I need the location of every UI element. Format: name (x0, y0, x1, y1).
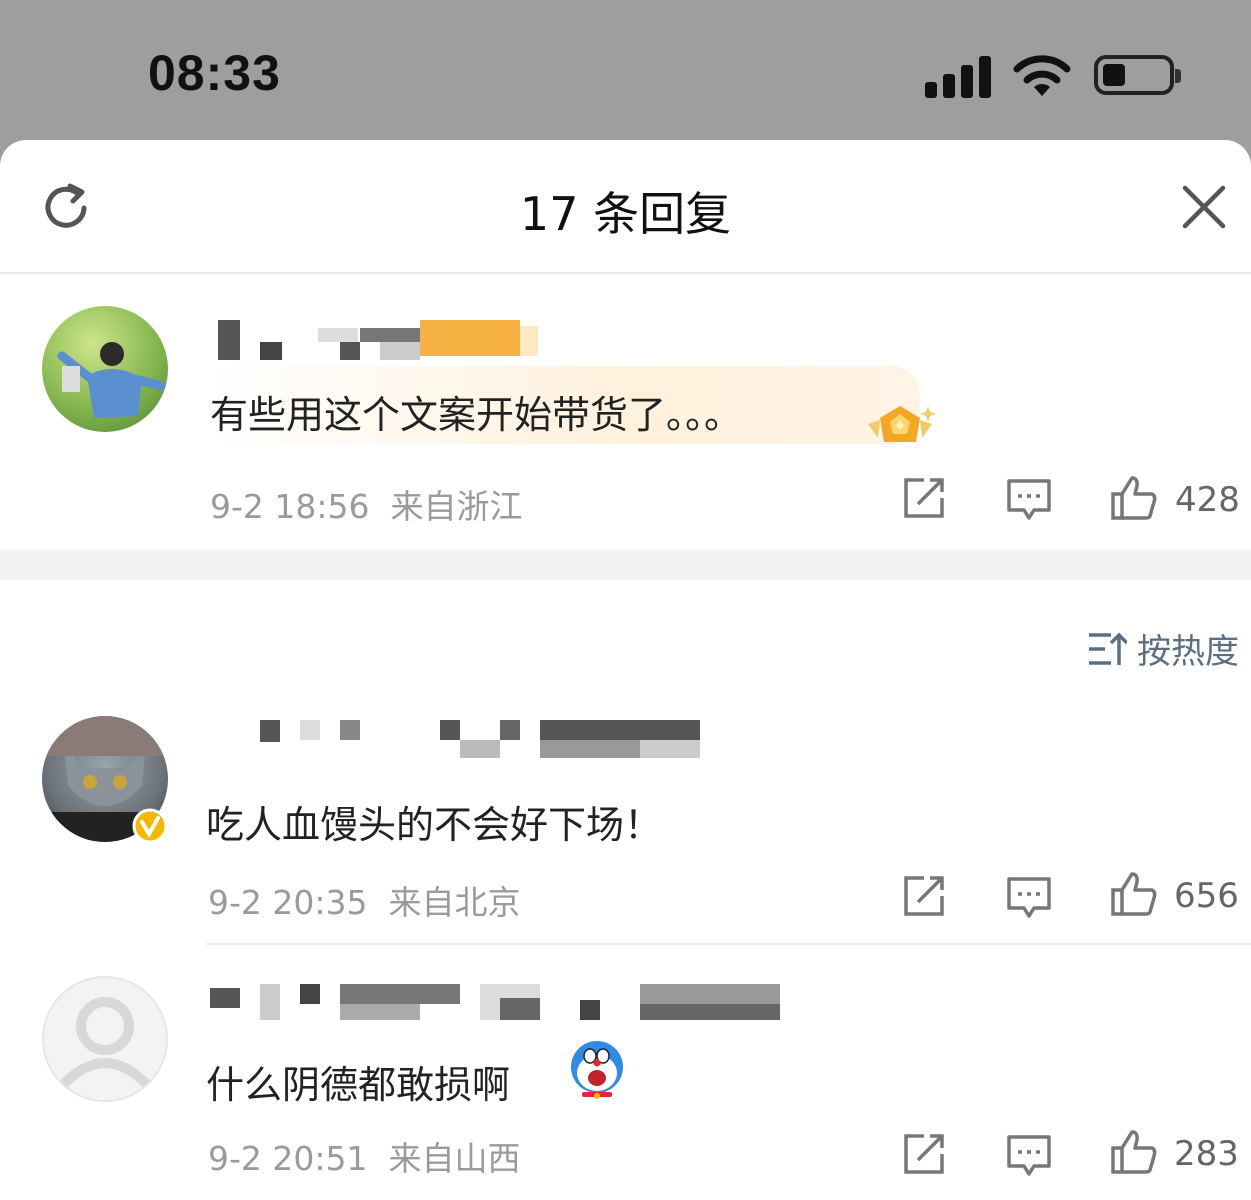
comment-icon[interactable] (1006, 876, 1052, 920)
like-icon[interactable] (1110, 1128, 1158, 1176)
comment-text: 什么阴德都敢损啊 (206, 1063, 511, 1107)
signal-icon (925, 54, 993, 98)
comment-time: 9-2 20:51 (208, 1139, 368, 1178)
comment-time: 9-2 18:56 (210, 487, 370, 526)
share-icon[interactable] (902, 476, 946, 520)
share-icon[interactable] (902, 874, 946, 918)
comment-meta: 9-2 18:56 来自浙江 (210, 480, 522, 528)
username-redacted (218, 320, 538, 362)
avatar[interactable] (42, 306, 168, 432)
comment-location: 来自浙江 (390, 487, 523, 526)
comment-icon[interactable] (1006, 478, 1052, 522)
avatar[interactable] (42, 976, 168, 1102)
comment-icon[interactable] (1006, 1134, 1052, 1178)
like-count: 656 (1174, 876, 1239, 916)
like-icon[interactable] (1110, 870, 1158, 918)
comment-meta: 9-2 20:35 来自北京 (208, 876, 520, 924)
comment-text: 吃人血馒头的不会好下场！ (206, 803, 663, 847)
battery-icon (1094, 55, 1181, 95)
comment-time: 9-2 20:35 (208, 883, 368, 922)
comment-meta: 9-2 20:51 来自山西 (208, 1132, 520, 1180)
comment-location: 来自北京 (388, 883, 521, 922)
divider (206, 943, 1251, 945)
section-gap (0, 550, 1251, 580)
status-bar: 08:33 (0, 0, 1251, 150)
sort-button[interactable]: 按热度 (1087, 624, 1239, 673)
username-redacted (210, 984, 780, 1026)
sheet-header: 17 条回复 (0, 140, 1251, 274)
like-count: 428 (1175, 480, 1240, 520)
wifi-icon (1013, 55, 1071, 96)
crown-badge-icon (868, 406, 936, 442)
share-icon[interactable] (902, 1132, 946, 1176)
like-icon[interactable] (1110, 474, 1158, 522)
sheet-title: 17 条回复 (519, 187, 732, 241)
comment-location: 来自山西 (388, 1139, 521, 1178)
close-icon[interactable] (1181, 184, 1227, 230)
verified-badge-icon (132, 808, 168, 844)
replies-sheet: 17 条回复 有些用这个文案开始带货了。。。 9-2 18:56 来自浙江 42… (0, 140, 1251, 1200)
username-redacted (240, 720, 700, 762)
comment-text: 有些用这个文案开始带货了。。。 (210, 393, 743, 437)
like-count: 283 (1174, 1134, 1239, 1174)
sort-icon (1089, 632, 1127, 665)
sort-label: 按热度 (1137, 632, 1239, 672)
status-time: 08:33 (148, 45, 281, 101)
doraemon-emoji-icon (571, 1041, 623, 1099)
